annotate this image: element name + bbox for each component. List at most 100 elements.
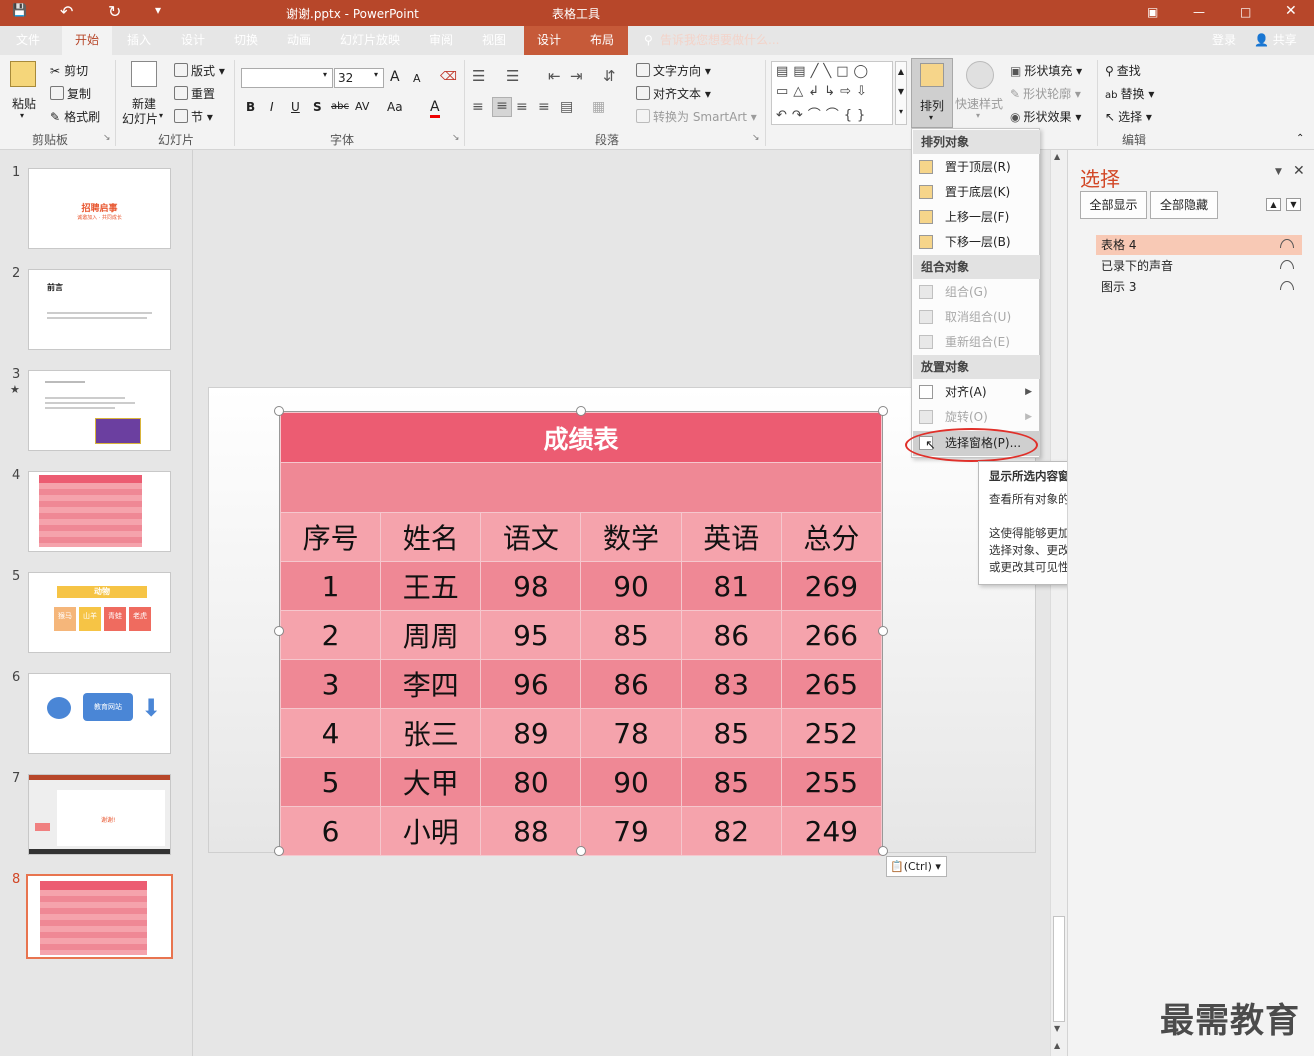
resize-handle-ne[interactable]	[878, 406, 888, 416]
copy-button[interactable]: 复制	[50, 85, 91, 102]
undo-icon[interactable]: ↶	[60, 2, 73, 21]
menu-item-bring-to-front[interactable]: 置于顶层(R)	[913, 155, 1040, 180]
slide-thumbnail-8-selected[interactable]	[26, 874, 173, 959]
table-cell[interactable]: 252	[780, 708, 883, 758]
move-up-icon[interactable]: ▲	[1266, 198, 1281, 211]
shape-effects-button[interactable]: ◉ 形状效果 ▾	[1010, 108, 1081, 125]
font-name-dropdown-icon[interactable]: ▾	[323, 70, 327, 79]
slide-thumbnail-3[interactable]	[28, 370, 171, 451]
collapse-ribbon-icon[interactable]: ⌃	[1296, 133, 1304, 144]
paste-icon[interactable]	[10, 61, 36, 87]
table-cell[interactable]: 85	[680, 757, 782, 807]
table-cell[interactable]: 小明	[380, 806, 482, 856]
table-header-cell[interactable]: 总分	[780, 512, 883, 562]
menu-item-send-to-back[interactable]: 置于底层(K)	[913, 180, 1040, 205]
italic-button[interactable]: I	[270, 100, 274, 114]
justify-icon[interactable]: ≡	[538, 99, 550, 115]
tab-slideshow[interactable]: 幻灯片放映	[340, 26, 400, 55]
columns-icon[interactable]: ▦	[592, 99, 605, 115]
decrease-indent-icon[interactable]: ⇤	[548, 67, 561, 85]
resize-handle-n[interactable]	[576, 406, 586, 416]
paste-dropdown-icon[interactable]: ▾	[20, 111, 24, 120]
grow-font-button[interactable]: A	[390, 69, 400, 85]
hide-all-button[interactable]: 全部隐藏	[1150, 191, 1218, 219]
vertical-scrollbar[interactable]: ▲ ▼ ▲	[1050, 150, 1067, 1056]
table-cell[interactable]: 95	[480, 610, 582, 660]
slide-thumbnail-6[interactable]: 教育网站 ⬇	[28, 673, 171, 754]
align-right-icon[interactable]: ≡	[516, 99, 528, 115]
table-cell[interactable]: 4	[279, 708, 382, 758]
shape-fill-button[interactable]: ▣ 形状填充 ▾	[1010, 62, 1082, 79]
slide-thumbnail-4[interactable]	[28, 471, 171, 552]
quick-styles-dropdown-icon[interactable]: ▾	[976, 111, 980, 120]
close-pane-icon[interactable]: ✕	[1293, 163, 1305, 179]
tab-home[interactable]: 开始	[62, 26, 112, 55]
table-header-cell[interactable]: 英语	[680, 512, 782, 562]
previous-slide-icon[interactable]: ▲	[1054, 1041, 1060, 1050]
table-cell[interactable]: 85	[580, 610, 682, 660]
slide-thumbnail-2[interactable]: 前言	[28, 269, 171, 350]
move-down-icon[interactable]: ▼	[1286, 198, 1301, 211]
login-link[interactable]: 登录	[1212, 26, 1236, 55]
arrange-button[interactable]: 排列 ▾	[911, 58, 953, 128]
pane-options-icon[interactable]: ▼	[1275, 167, 1282, 177]
table-cell[interactable]: 78	[580, 708, 682, 758]
align-center-icon[interactable]: ≡	[492, 97, 512, 117]
table-cell[interactable]: 6	[279, 806, 382, 856]
table-cell[interactable]: 81	[680, 561, 782, 611]
font-launcher-icon[interactable]: ↘	[452, 133, 460, 143]
shadow-button[interactable]: S	[313, 100, 322, 114]
table-cell[interactable]: 90	[580, 561, 682, 611]
table-cell[interactable]: 大甲	[380, 757, 482, 807]
redo-icon[interactable]: ↻	[108, 2, 121, 21]
font-color-button[interactable]: A	[430, 99, 440, 118]
menu-item-group[interactable]: 组合(G)	[913, 280, 1040, 305]
clipboard-launcher-icon[interactable]: ↘	[103, 133, 111, 143]
menu-item-bring-forward[interactable]: 上移一层(F)	[913, 205, 1040, 230]
table-cell[interactable]: 85	[680, 708, 782, 758]
table-cell[interactable]: 王五	[380, 561, 482, 611]
bullets-icon[interactable]: ☰	[472, 67, 485, 85]
selection-item-audio[interactable]: 已录下的声音	[1096, 256, 1302, 276]
quick-styles-button[interactable]: 快速样式	[955, 95, 1003, 112]
table-cell[interactable]: 张三	[380, 708, 482, 758]
selection-item-diagram[interactable]: 图示 3	[1096, 277, 1302, 297]
menu-item-regroup[interactable]: 重新组合(E)	[913, 330, 1040, 355]
shrink-font-button[interactable]: A	[413, 72, 421, 85]
scroll-up-icon[interactable]: ▲	[1054, 152, 1060, 161]
resize-handle-s[interactable]	[576, 846, 586, 856]
char-spacing-button[interactable]: AV	[355, 100, 369, 113]
customize-qat-icon[interactable]: ▾	[155, 3, 161, 17]
clear-formatting-icon[interactable]: ⌫	[440, 69, 457, 83]
select-button[interactable]: ↖ 选择 ▾	[1105, 108, 1152, 125]
table-cell[interactable]: 86	[680, 610, 782, 660]
tab-file[interactable]: 文件	[16, 26, 44, 55]
table-cell[interactable]: 98	[480, 561, 582, 611]
tell-me-icon[interactable]: ⚲	[644, 26, 653, 55]
slide-thumbnail-1[interactable]: 招聘启事 诚邀加入 · 共同成长	[28, 168, 171, 249]
selection-item-table[interactable]: 表格 4	[1096, 235, 1302, 255]
align-text-button[interactable]: 对齐文本 ▾	[636, 85, 711, 102]
resize-handle-e[interactable]	[878, 626, 888, 636]
text-direction-button[interactable]: 文字方向 ▾	[636, 62, 711, 79]
tab-table-design[interactable]: 设计	[537, 26, 561, 55]
table-title[interactable]: 成绩表	[280, 412, 882, 463]
table-cell[interactable]: 90	[580, 757, 682, 807]
table-cell[interactable]: 80	[480, 757, 582, 807]
tab-insert[interactable]: 插入	[127, 26, 151, 55]
table-cell[interactable]: 2	[279, 610, 382, 660]
section-button[interactable]: 节 ▾	[174, 108, 213, 125]
numbering-icon[interactable]: ☰	[506, 67, 519, 85]
shapes-gallery[interactable]: ▤▤╱╲□◯ ▭△↲↳⇨⇩ ↶↷⌒⌒{}	[771, 61, 893, 125]
table-cell[interactable]: 1	[279, 561, 382, 611]
table-header-cell[interactable]: 序号	[279, 512, 382, 562]
table-cell[interactable]: 83	[680, 659, 782, 709]
paragraph-launcher-icon[interactable]: ↘	[752, 133, 760, 143]
close-icon[interactable]: ✕	[1285, 3, 1297, 19]
scroll-thumb[interactable]	[1053, 916, 1065, 1022]
table-cell[interactable]: 269	[780, 561, 883, 611]
align-left-icon[interactable]: ≡	[472, 99, 484, 115]
table-cell[interactable]: 5	[279, 757, 382, 807]
tab-view[interactable]: 视图	[482, 26, 506, 55]
resize-handle-se[interactable]	[878, 846, 888, 856]
